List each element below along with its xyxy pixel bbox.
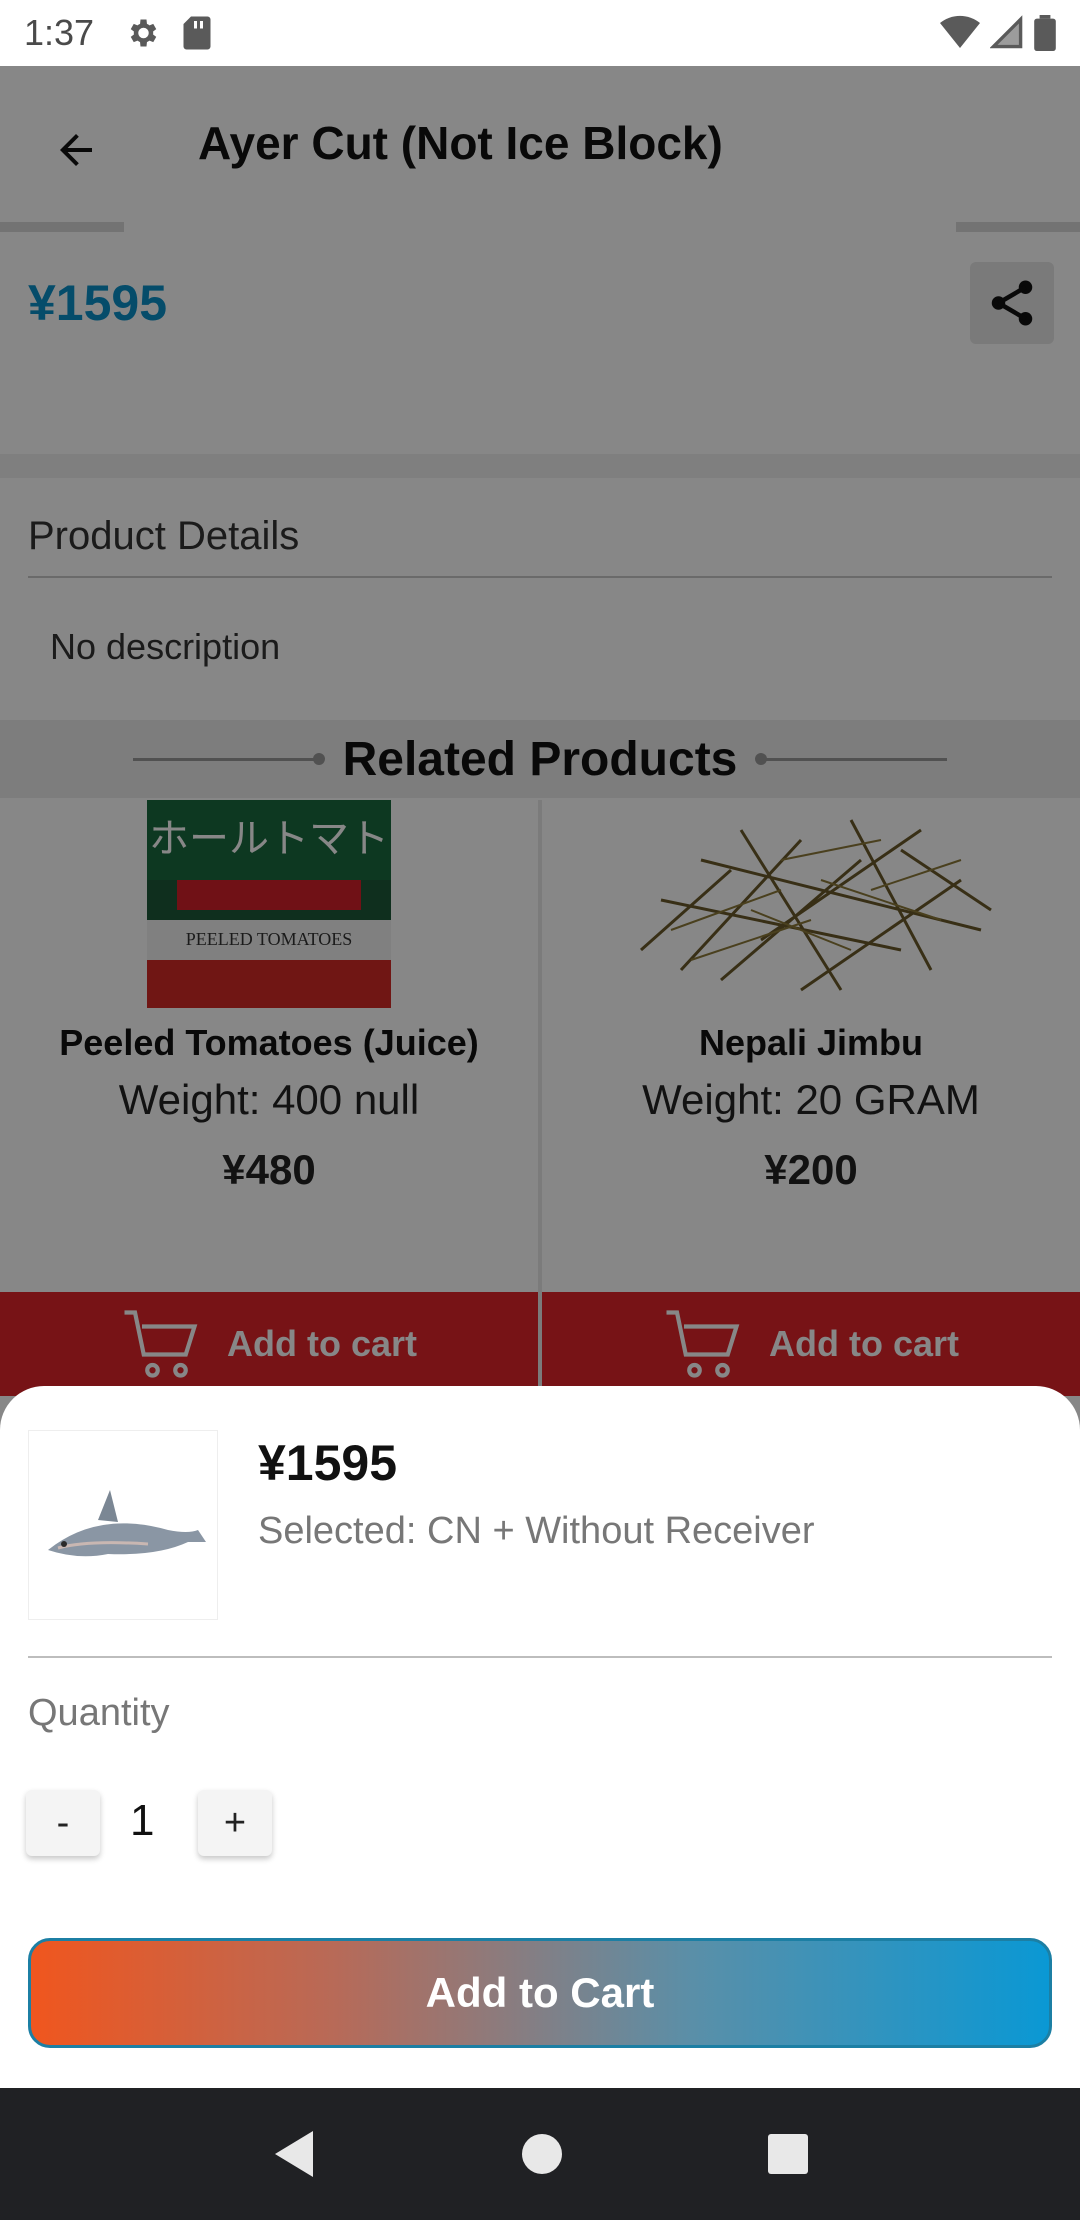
recents-square-icon[interactable]	[767, 2133, 809, 2175]
home-circle-icon[interactable]	[520, 2132, 564, 2176]
signal-icon	[990, 15, 1023, 49]
sheet-divider	[28, 1656, 1052, 1658]
wifi-icon	[940, 15, 980, 49]
quantity-value: 1	[130, 1796, 155, 1845]
sheet-price: ¥1595	[258, 1435, 398, 1491]
settings-icon	[130, 19, 157, 47]
status-bar: 1:37	[0, 0, 1080, 66]
fish-image	[48, 1490, 206, 1557]
status-left-icons	[124, 15, 212, 51]
status-time: 1:37	[24, 12, 95, 53]
battery-icon	[1034, 15, 1056, 51]
product-thumbnail	[28, 1430, 218, 1620]
quantity-decrease-button[interactable]: -	[26, 1790, 100, 1856]
selected-variant: Selected: CN + Without Receiver	[258, 1510, 815, 1552]
add-to-cart-confirm-button[interactable]: Add to Cart	[28, 1938, 1052, 2048]
system-navigation-bar	[0, 2088, 1080, 2220]
add-to-cart-confirm-label: Add to Cart	[425, 1969, 655, 2016]
quantity-increase-button[interactable]: +	[198, 1790, 272, 1856]
add-to-cart-sheet: ¥1595 Selected: CN + Without Receiver Qu…	[0, 1386, 1080, 2088]
back-triangle-icon[interactable]	[271, 2129, 317, 2179]
status-right-icons	[940, 15, 1056, 51]
sd-card-icon	[183, 16, 211, 50]
quantity-label: Quantity	[28, 1692, 170, 1734]
